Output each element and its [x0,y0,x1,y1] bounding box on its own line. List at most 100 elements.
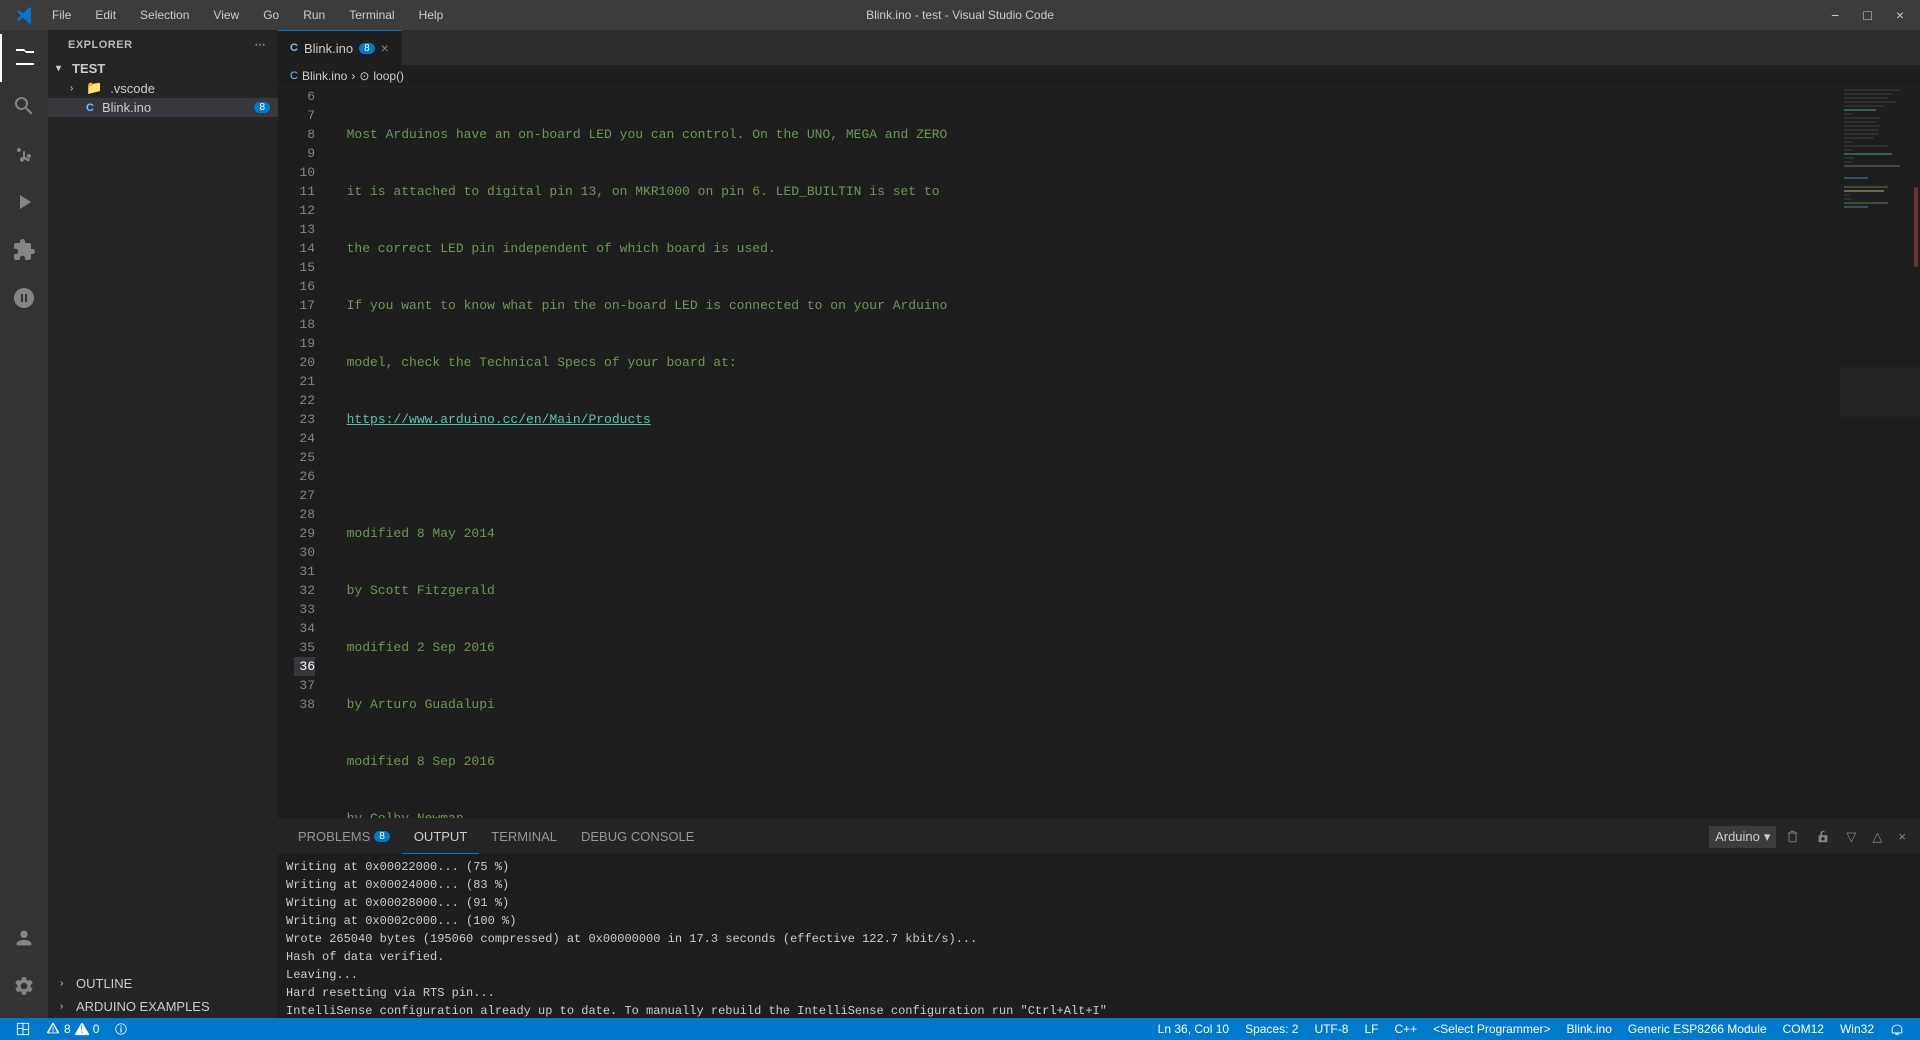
status-language[interactable]: C++ [1386,1018,1425,1040]
vscode-logo [10,0,40,30]
problems-tab-label: PROBLEMS [298,829,370,844]
tab-bar: C Blink.ino 8 × [278,30,1920,65]
output-line: Hard resetting via RTS pin... [286,984,1912,1002]
outline-label: OUTLINE [76,976,132,991]
platform-label: Win32 [1840,1022,1874,1036]
status-bar: 8 0 Ln 36, Col 10 Spaces: 2 UTF-8 LF C++… [0,1018,1920,1040]
extensions-icon[interactable] [0,226,48,274]
file-tree: ▾ TEST › 📁 .vscode C Blink.ino 8 [48,59,278,516]
tab-close-icon[interactable]: × [381,40,389,56]
folder-arrow: › [70,83,82,94]
tab-file-icon: C [290,42,298,54]
menu-view[interactable]: View [209,6,243,24]
panel-controls: Arduino ▾ ▽ △ × [1709,825,1912,849]
problems-badge: 8 [254,102,270,113]
title-bar: File Edit Selection View Go Run Terminal… [0,0,1920,30]
debug-console-tab-label: DEBUG CONSOLE [581,829,694,844]
window-title: Blink.ino - test - Visual Studio Code [866,8,1054,22]
status-spaces[interactable]: Spaces: 2 [1237,1018,1306,1040]
status-port[interactable]: COM12 [1775,1018,1832,1040]
code-content: Most Arduinos have an on-board LED you c… [323,87,1840,818]
tree-item-vscode[interactable]: › 📁 .vscode [48,78,278,98]
arduino-output-dropdown[interactable]: Arduino ▾ [1709,826,1776,848]
tab-debug-console[interactable]: DEBUG CONSOLE [569,819,706,854]
panel-maximize-icon[interactable]: △ [1866,825,1888,849]
menu-bar[interactable]: File Edit Selection View Go Run Terminal… [48,6,447,24]
line-numbers: 6 7 8 9 10 11 12 13 14 15 16 17 18 19 [278,87,323,818]
terminal-tab-label: TERMINAL [491,829,557,844]
status-errors[interactable]: 8 0 [38,1018,107,1040]
status-encoding[interactable]: UTF-8 [1306,1018,1356,1040]
tree-item-filename: Blink.ino [102,100,151,115]
status-cursor-position[interactable]: Ln 36, Col 10 [1150,1018,1237,1040]
sidebar-more-icon[interactable]: ⋯ [255,38,267,51]
minimap[interactable] [1840,87,1920,818]
account-icon[interactable] [0,914,48,962]
status-platform[interactable]: Win32 [1832,1018,1882,1040]
settings-gear-icon[interactable] [0,962,48,1010]
status-info[interactable] [107,1018,135,1040]
tab-blink-ino[interactable]: C Blink.ino 8 × [278,30,402,65]
minimize-button[interactable]: − [1825,5,1845,25]
arduino-dropdown-label: Arduino [1715,829,1760,844]
errors-count: 8 [64,1022,71,1036]
tab-label: Blink.ino [304,41,353,56]
maximize-button[interactable]: □ [1857,5,1877,25]
status-right: Ln 36, Col 10 Spaces: 2 UTF-8 LF C++ <Se… [1150,1018,1912,1040]
code-editor[interactable]: 6 7 8 9 10 11 12 13 14 15 16 17 18 19 [278,87,1840,818]
menu-selection[interactable]: Selection [136,6,193,24]
tree-root-label: TEST [72,61,105,76]
panel-lock-icon[interactable] [1810,825,1836,849]
menu-go[interactable]: Go [259,6,283,24]
panel-clear-icon[interactable] [1780,825,1806,849]
tab-problems[interactable]: PROBLEMS 8 [286,819,402,854]
panel-minimize-icon[interactable]: ▽ [1840,825,1862,849]
activity-bar [0,30,48,1018]
output-line: Writing at 0x0002c000... (100 %) [286,912,1912,930]
panel-close-icon[interactable]: × [1892,825,1912,848]
title-bar-left: File Edit Selection View Go Run Terminal… [10,0,447,30]
arduino-examples-label: ARDUINO EXAMPLES [76,999,210,1014]
output-line: Hash of data verified. [286,948,1912,966]
menu-run[interactable]: Run [299,6,329,24]
tab-output[interactable]: OUTPUT [402,819,479,854]
menu-file[interactable]: File [48,6,75,24]
arduino-board-icon[interactable] [0,274,48,322]
board-label: Generic ESP8266 Module [1628,1022,1767,1036]
explorer-icon[interactable] [0,34,48,82]
menu-edit[interactable]: Edit [91,6,120,24]
status-remote[interactable] [8,1018,38,1040]
panel-tabs: PROBLEMS 8 OUTPUT TERMINAL DEBUG CONSOLE [278,819,1920,854]
status-sketch[interactable]: Blink.ino [1559,1018,1620,1040]
status-line-ending[interactable]: LF [1356,1018,1386,1040]
outline-section[interactable]: › OUTLINE [48,972,278,995]
tree-item-label: .vscode [110,81,155,96]
arduino-examples-section[interactable]: › ARDUINO EXAMPLES [48,995,278,1018]
tab-terminal[interactable]: TERMINAL [479,819,569,854]
panel-output-content: Writing at 0x00022000... (75 %) Writing … [278,854,1920,1018]
breadcrumb-file[interactable]: Blink.ino [302,69,347,83]
menu-help[interactable]: Help [415,6,448,24]
status-notifications[interactable] [1882,1018,1912,1040]
search-icon[interactable] [0,82,48,130]
run-debug-icon[interactable] [0,178,48,226]
main-layout: Explorer ⋯ ▾ TEST › 📁 .vscode C Blink.in… [0,30,1920,1018]
tree-item-blink[interactable]: C Blink.ino 8 [48,98,278,117]
tree-root-test[interactable]: ▾ TEST [48,59,278,78]
editor-container: 6 7 8 9 10 11 12 13 14 15 16 17 18 19 [278,87,1920,818]
dropdown-arrow-icon: ▾ [1764,829,1771,845]
source-control-icon[interactable] [0,130,48,178]
output-line: Writing at 0x00024000... (83 %) [286,876,1912,894]
close-button[interactable]: × [1890,5,1910,25]
window-controls[interactable]: − □ × [1825,5,1910,25]
breadcrumb-function[interactable]: loop() [373,69,404,83]
menu-terminal[interactable]: Terminal [345,6,398,24]
programmer-label: <Select Programmer> [1433,1022,1550,1036]
sketch-label: Blink.ino [1567,1022,1612,1036]
sidebar-header-icons[interactable]: ⋯ [255,38,267,51]
output-line: Writing at 0x00028000... (91 %) [286,894,1912,912]
line-ending-label: LF [1364,1022,1378,1036]
status-board[interactable]: Generic ESP8266 Module [1620,1018,1775,1040]
cursor-position-label: Ln 36, Col 10 [1158,1022,1229,1036]
status-programmer[interactable]: <Select Programmer> [1425,1018,1558,1040]
